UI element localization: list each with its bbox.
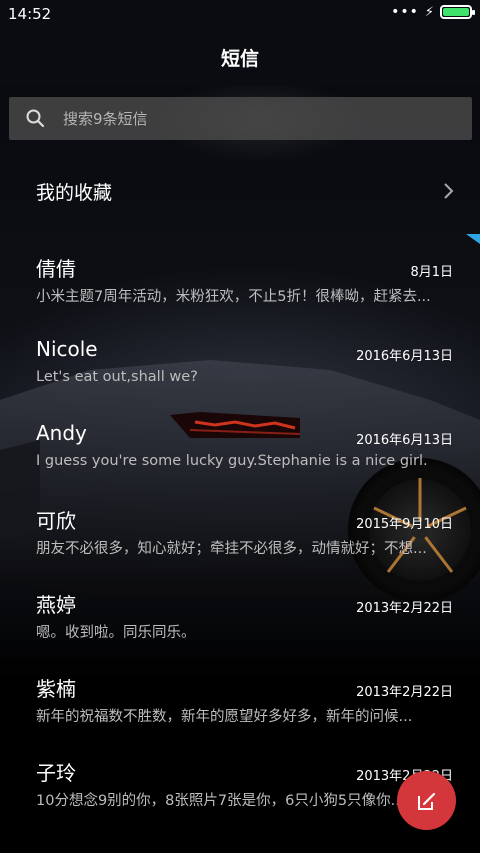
search-icon	[26, 109, 45, 128]
corner-indicator	[466, 234, 480, 244]
conversation-item[interactable]: Andy 2016年6月13日 I guess you're some luck…	[0, 421, 480, 501]
chevron-right-icon	[444, 183, 454, 199]
contact-name: Andy	[36, 421, 87, 445]
conversation-item[interactable]: 燕婷 2013年2月22日 嗯。收到啦。同乐同乐。	[0, 589, 480, 669]
message-preview: Let's eat out,shall we?	[36, 369, 198, 385]
message-preview: 新年的祝福数不胜数，新年的愿望好多好多，新年的问候...	[36, 709, 413, 725]
message-date: 2016年6月13日	[356, 349, 453, 364]
conversation-item[interactable]: Nicole 2016年6月13日 Let's eat out,shall we…	[0, 337, 480, 417]
contact-name: 可欣	[36, 509, 76, 533]
contact-name: 倩倩	[36, 257, 76, 281]
contact-name: 子玲	[36, 761, 76, 785]
search-placeholder: 搜索9条短信	[63, 110, 148, 128]
message-preview: 10分想念9别的你，8张照片7张是你，6只小狗5只像你...	[36, 793, 405, 809]
page-title: 短信	[220, 47, 259, 70]
search-bar[interactable]: 搜索9条短信	[9, 97, 472, 140]
conversation-item[interactable]: 可欣 2015年9月10日 朋友不必很多，知心就好；牵挂不必很多，动情就好；不想…	[0, 505, 480, 585]
message-date: 2015年9月10日	[356, 517, 453, 532]
message-date: 2013年2月22日	[356, 685, 453, 700]
battery-icon	[440, 5, 475, 19]
compose-icon	[417, 792, 435, 810]
status-icons: ••• ⚡	[391, 4, 475, 20]
message-preview: 嗯。收到啦。同乐同乐。	[36, 625, 196, 641]
favorites-label: 我的收藏	[36, 182, 113, 204]
message-date: 2016年6月13日	[356, 433, 453, 448]
contact-name: 燕婷	[36, 593, 76, 617]
compose-button[interactable]	[397, 771, 456, 830]
conversation-item[interactable]: 倩倩 8月1日 小米主题7周年活动，米粉狂欢，不止5折！很棒呦，赶紧去...	[0, 253, 480, 333]
conversation-item[interactable]: 紫楠 2013年2月22日 新年的祝福数不胜数，新年的愿望好多好多，新年的问候.…	[0, 673, 480, 753]
status-bar: 14:52 ••• ⚡	[0, 0, 480, 28]
contact-name: 紫楠	[36, 677, 76, 701]
message-preview: 朋友不必很多，知心就好；牵挂不必很多，动情就好；不想...	[36, 541, 427, 557]
contact-name: Nicole	[36, 337, 98, 361]
message-date: 2013年2月22日	[356, 601, 453, 616]
message-preview: 小米主题7周年活动，米粉狂欢，不止5折！很棒呦，赶紧去...	[36, 289, 431, 305]
notification-dots-icon: •••	[391, 4, 419, 20]
charging-icon: ⚡	[424, 4, 434, 20]
title-bar: 短信	[0, 28, 480, 86]
favorites-row[interactable]: 我的收藏	[0, 166, 480, 216]
message-preview: I guess you're some lucky guy.Stephanie …	[36, 453, 428, 469]
message-date: 8月1日	[410, 265, 453, 280]
status-time: 14:52	[8, 5, 52, 23]
